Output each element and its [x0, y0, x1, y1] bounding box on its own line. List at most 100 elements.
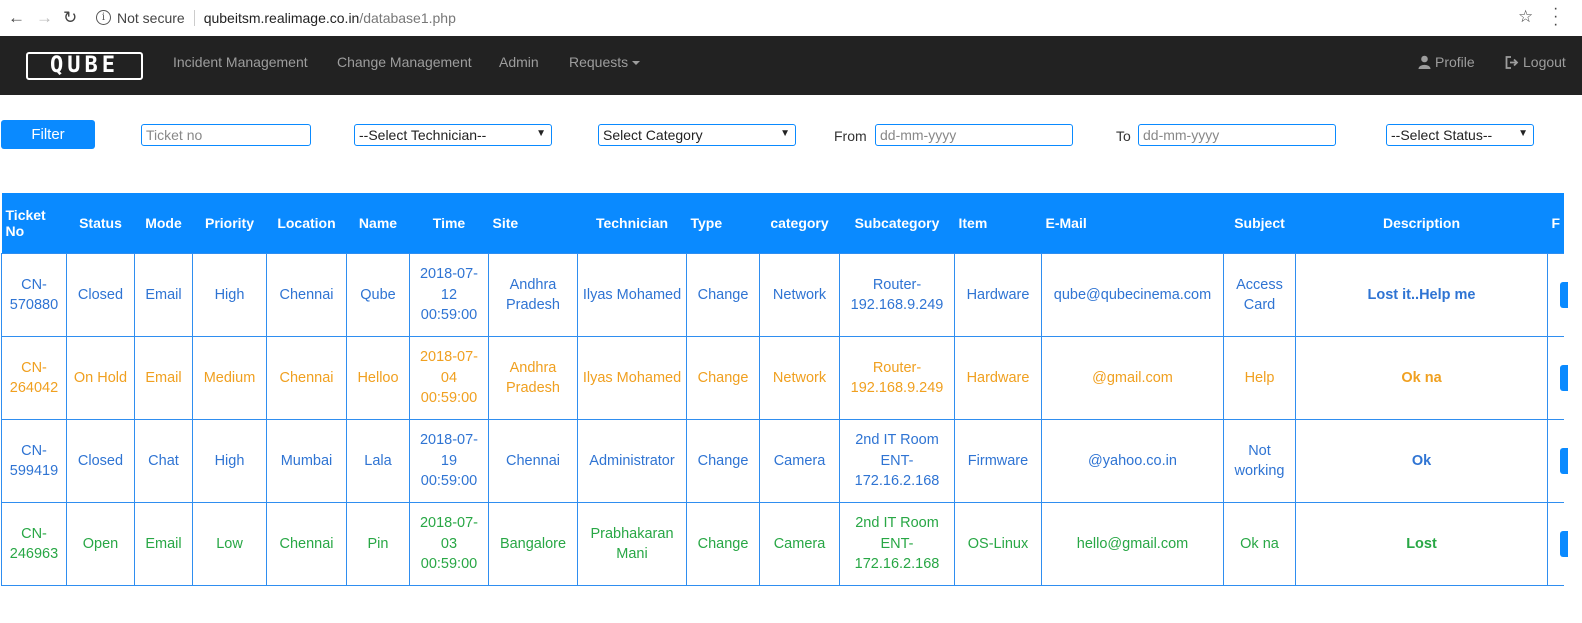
dropdown-arrow-icon: ▼: [780, 128, 790, 139]
row-action-button-edge[interactable]: [1560, 448, 1569, 474]
address-separator: [193, 9, 195, 26]
status-cell: On Hold: [66, 336, 135, 420]
location-cell: Mumbai: [266, 419, 347, 503]
ticket-no-cell: CN-246963: [1, 502, 67, 586]
email-cell: qube@qubecinema.com: [1041, 253, 1224, 337]
from-date-input[interactable]: [875, 124, 1073, 146]
table-row[interactable]: CN-570880 Closed Email High Chennai Qube 2018-…: [1, 253, 1569, 337]
profile-link[interactable]: Profile: [1418, 54, 1475, 70]
logout-label: Logout: [1523, 54, 1566, 70]
column-header: Name: [346, 193, 410, 254]
address-bar[interactable]: i Not secure qubeitsm.realimage.co.in /d…: [92, 5, 1542, 30]
column-header: Time: [409, 193, 489, 254]
row-action-button[interactable]: [1547, 253, 1569, 337]
table-row[interactable]: CN-599419 Closed Chat High Mumbai Lala 2018-07…: [1, 419, 1569, 503]
logout-link[interactable]: Logout: [1505, 54, 1566, 70]
bookmark-star-icon[interactable]: ☆: [1518, 7, 1533, 27]
time-cell: 2018-07-12 00:59:00: [409, 253, 489, 337]
column-header: Priority: [192, 193, 267, 254]
nav-change-management[interactable]: Change Management: [337, 54, 472, 70]
column-header: Subcategory: [839, 193, 955, 254]
logout-icon: [1505, 55, 1519, 69]
profile-label: Profile: [1435, 54, 1475, 70]
column-header: Item: [954, 193, 1042, 254]
nav-incident-management[interactable]: Incident Management: [173, 54, 308, 70]
table-row[interactable]: CN-264042 On Hold Email Medium Chennai Helloo…: [1, 336, 1569, 420]
dropdown-arrow-icon: ▼: [536, 128, 546, 139]
dropdown-arrow-icon: ▼: [1518, 128, 1528, 139]
subject-cell: Not working: [1223, 419, 1296, 503]
ticket-no-cell: CN-570880: [1, 253, 67, 337]
subject-cell: Access Card: [1223, 253, 1296, 337]
column-header: Site: [488, 193, 578, 254]
user-icon: [1418, 55, 1431, 69]
description-cell: Lost: [1295, 502, 1548, 586]
column-header: category: [759, 193, 840, 254]
subcategory-cell: Router-192.168.9.249: [839, 253, 955, 337]
description-cell: Ok: [1295, 419, 1548, 503]
security-label: Not secure: [117, 9, 185, 26]
priority-cell: High: [192, 253, 267, 337]
column-header: F: [1547, 193, 1565, 254]
url-path: /database1.php: [359, 9, 456, 26]
subcategory-cell: 2nd IT Room ENT-172.16.2.168: [839, 502, 955, 586]
item-cell: Firmware: [954, 419, 1042, 503]
status-cell: Closed: [66, 419, 135, 503]
email-cell: @yahoo.co.in: [1041, 419, 1224, 503]
category-cell: Camera: [759, 502, 840, 586]
technician-select-value: --Select Technician--: [359, 127, 487, 143]
row-action-button-edge[interactable]: [1560, 531, 1569, 557]
table-row[interactable]: CN-246963 Open Email Low Chennai Pin 2018-07-0…: [1, 502, 1569, 586]
row-action-button[interactable]: [1547, 336, 1569, 420]
mode-cell: Email: [134, 336, 193, 420]
browser-menu-icon[interactable]: · · ·: [1553, 1, 1558, 33]
item-cell: Hardware: [954, 336, 1042, 420]
row-action-button[interactable]: [1547, 419, 1569, 503]
qube-logo[interactable]: QUBE: [26, 52, 143, 80]
priority-cell: Medium: [192, 336, 267, 420]
site-cell: Andhra Pradesh: [488, 253, 578, 337]
name-cell: Pin: [346, 502, 410, 586]
row-action-button[interactable]: [1547, 502, 1569, 586]
location-cell: Chennai: [266, 336, 347, 420]
item-cell: Hardware: [954, 253, 1042, 337]
site-cell: Bangalore: [488, 502, 578, 586]
priority-cell: High: [192, 419, 267, 503]
technician-cell: Administrator: [577, 419, 687, 503]
column-header: Type: [686, 193, 760, 254]
table-header-row: Ticket No Status Mode Priority Location …: [1, 193, 1565, 254]
nav-admin[interactable]: Admin: [499, 54, 539, 70]
row-action-button-edge[interactable]: [1560, 282, 1569, 308]
technician-cell: Ilyas Mohamed: [577, 253, 687, 337]
technician-select[interactable]: --Select Technician-- ▼: [354, 124, 552, 146]
back-arrow-icon[interactable]: ←: [8, 8, 25, 28]
nav-requests-dropdown[interactable]: Requests: [569, 54, 641, 70]
row-action-button-edge[interactable]: [1560, 365, 1569, 391]
ticket-no-cell: CN-264042: [1, 336, 67, 420]
to-date-input[interactable]: [1138, 124, 1336, 146]
type-cell: Change: [686, 336, 760, 420]
name-cell: Helloo: [346, 336, 410, 420]
name-cell: Qube: [346, 253, 410, 337]
status-select-value: --Select Status--: [1391, 127, 1493, 143]
time-cell: 2018-07-04 00:59:00: [409, 336, 489, 420]
category-select[interactable]: Select Category ▼: [598, 124, 796, 146]
subject-cell: Ok na: [1223, 502, 1296, 586]
tickets-table: Ticket No Status Mode Priority Location …: [1, 193, 1569, 586]
column-header: Description: [1295, 193, 1548, 254]
ticket-no-cell: CN-599419: [1, 419, 67, 503]
name-cell: Lala: [346, 419, 410, 503]
subcategory-cell: Router-192.168.9.249: [839, 336, 955, 420]
filter-button[interactable]: Filter: [1, 120, 95, 149]
priority-cell: Low: [192, 502, 267, 586]
email-cell: hello@gmail.com: [1041, 502, 1224, 586]
status-select[interactable]: --Select Status-- ▼: [1386, 124, 1534, 146]
to-label: To: [1116, 128, 1131, 144]
ticket-no-input[interactable]: [141, 124, 311, 146]
info-icon[interactable]: i: [96, 10, 111, 25]
reload-icon[interactable]: ↻: [63, 8, 77, 28]
site-cell: Chennai: [488, 419, 578, 503]
forward-arrow-icon[interactable]: →: [36, 8, 53, 28]
browser-toolbar: ← → ↻ i Not secure qubeitsm.realimage.co…: [0, 0, 1582, 37]
category-select-value: Select Category: [603, 127, 703, 143]
